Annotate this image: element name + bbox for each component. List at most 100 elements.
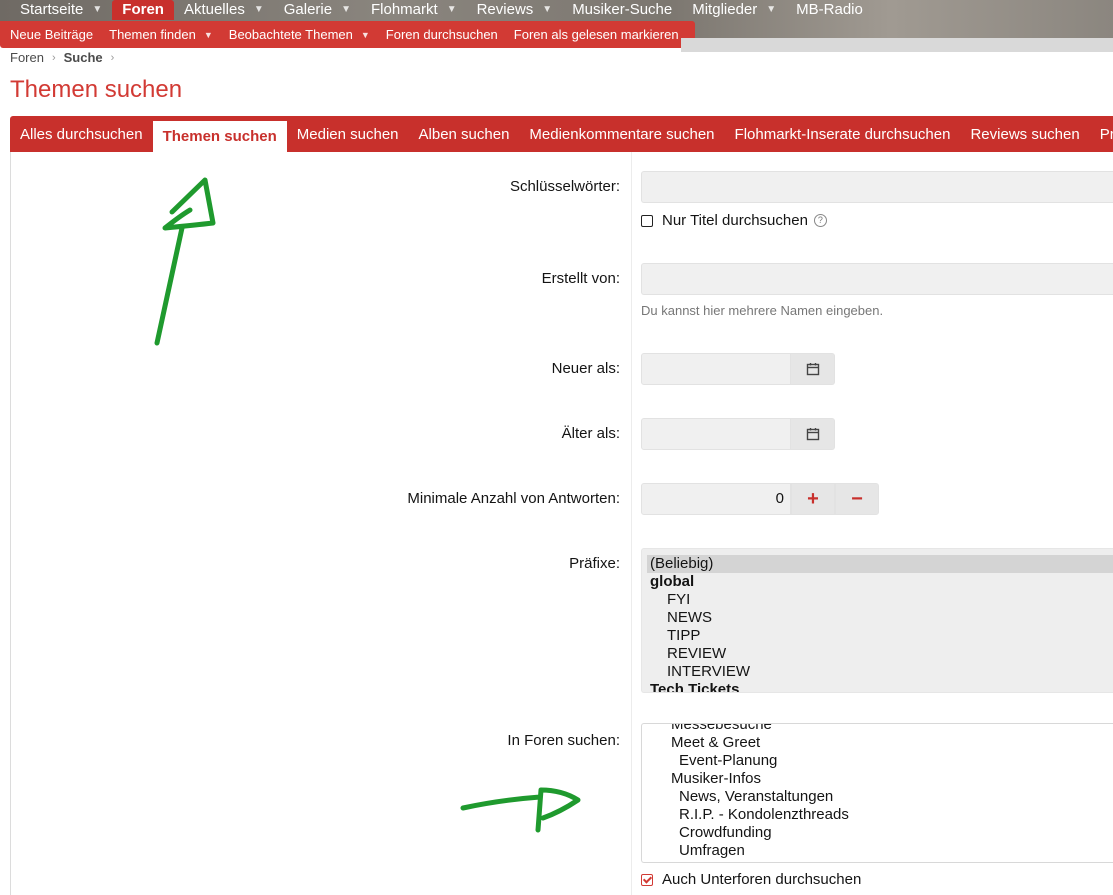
forum-option[interactable]: Meet & Greet [642, 734, 1113, 752]
newer-than-label: Neuer als: [551, 360, 620, 377]
chevron-down-icon[interactable]: ▼ [254, 1, 264, 19]
nav-tab-label: Foren [122, 1, 164, 18]
chevron-down-icon[interactable]: ▼ [92, 1, 102, 19]
nav-tab-foren[interactable]: Foren [112, 0, 174, 20]
forum-subnav: Neue Beiträge Themen finden ▼ Beobachtete T… [0, 21, 695, 48]
older-than-input[interactable] [641, 418, 791, 450]
nav-tab-musiker-suche[interactable]: Musiker-Suche [562, 0, 682, 20]
breadcrumb-separator-icon: › [110, 51, 115, 64]
decrement-button[interactable]: − [835, 483, 879, 515]
tab-alles-durchsuchen[interactable]: Alles durchsuchen [10, 116, 153, 152]
subnav-divider [681, 38, 1113, 52]
nav-tab-flohmarkt[interactable]: Flohmarkt ▼ [361, 0, 467, 20]
prefixes-select[interactable]: (Beliebig) global FYI NEWS TIPP REVIEW INTERVI… [641, 548, 1113, 693]
subforums-row[interactable]: Auch Unterforen durchsuchen [641, 871, 861, 888]
subnav-foren-durchsuchen[interactable]: Foren durchsuchen [378, 27, 506, 42]
subnav-foren-als-gelesen-markieren[interactable]: Foren als gelesen markieren [506, 27, 687, 42]
nav-tab-reviews[interactable]: Reviews ▼ [467, 0, 563, 20]
keywords-input[interactable] [641, 171, 1113, 203]
prefix-option[interactable]: TIPP [642, 627, 1113, 645]
prefix-option[interactable]: INTERVIEW [642, 663, 1113, 681]
nav-tab-mitglieder[interactable]: Mitglieder ▼ [682, 0, 786, 20]
breadcrumb-foren[interactable]: Foren [10, 50, 44, 65]
older-than-calendar-button[interactable] [791, 418, 835, 450]
titles-only-label[interactable]: Nur Titel durchsuchen [662, 212, 808, 229]
prefix-option[interactable]: REVIEW [642, 645, 1113, 663]
forum-option[interactable]: Umfragen [642, 842, 1113, 860]
form-label-column [11, 152, 631, 895]
subnav-label: Foren durchsuchen [385, 27, 498, 42]
prefix-option[interactable]: (Beliebig) [647, 555, 1113, 573]
subnav-label: Themen finden [109, 27, 196, 42]
forums-label: In Foren suchen: [507, 732, 620, 749]
chevron-down-icon[interactable]: ▼ [766, 1, 776, 19]
breadcrumb-suche[interactable]: Suche [64, 50, 103, 65]
forum-option[interactable]: Musiker-Infos [642, 770, 1113, 788]
older-than-label: Älter als: [561, 425, 620, 442]
subnav-themen-finden[interactable]: Themen finden ▼ [101, 27, 221, 42]
prefix-group: Tech Tickets [650, 681, 740, 693]
min-replies-input[interactable]: 0 [641, 483, 791, 515]
nav-tab-startseite[interactable]: Startseite ▼ [10, 0, 112, 20]
nav-tab-label: Galerie [283, 1, 333, 18]
forums-option-list: Messebesuche Meet & Greet Event-Planung Mus… [642, 724, 1113, 860]
chevron-down-icon[interactable]: ▼ [447, 1, 457, 19]
nav-tab-label: Flohmarkt [371, 1, 438, 18]
keywords-label: Schlüsselwörter: [509, 178, 620, 195]
help-icon[interactable]: ? [813, 214, 827, 227]
titles-only-checkbox[interactable] [641, 214, 653, 227]
calendar-icon [806, 428, 819, 441]
forum-option[interactable]: Crowdfunding [642, 824, 1113, 842]
nav-tab-mb-radio[interactable]: MB-Radio [786, 0, 873, 20]
chevron-down-icon[interactable]: ▼ [204, 30, 213, 40]
created-by-hint: Du kannst hier mehrere Namen eingeben. [641, 303, 884, 318]
forum-option[interactable]: Messebesuche [642, 724, 1113, 734]
created-by-label: Erstellt von: [541, 270, 620, 287]
increment-button[interactable]: + [791, 483, 835, 515]
tab-alben-suchen[interactable]: Alben suchen [409, 116, 520, 152]
subnav-label: Beobachtete Themen [228, 27, 353, 42]
subnav-beobachtete-themen[interactable]: Beobachtete Themen ▼ [221, 27, 378, 42]
created-by-input[interactable] [641, 263, 1113, 295]
tab-reviews-suchen[interactable]: Reviews suchen [960, 116, 1089, 152]
tab-themen-suchen[interactable]: Themen suchen [152, 118, 287, 152]
forums-select[interactable]: Messebesuche Meet & Greet Event-Planung Mus… [641, 723, 1113, 863]
nav-tab-label: Aktuelles [183, 1, 245, 18]
nav-tabs: Startseite ▼ Foren Aktuelles ▼ Galerie ▼ Flohma… [10, 0, 873, 20]
nav-tab-label: Reviews [476, 1, 534, 18]
subforums-label[interactable]: Auch Unterforen durchsuchen [662, 871, 861, 888]
search-type-tabs: Alles durchsuchen Themen suchen Medien suc… [10, 116, 1113, 152]
tab-pr[interactable]: Pr [1090, 116, 1113, 152]
min-replies-label: Minimale Anzahl von Antworten: [407, 490, 620, 507]
page-title: Themen suchen [10, 76, 183, 103]
nav-tab-aktuelles[interactable]: Aktuelles ▼ [174, 0, 274, 20]
prefixes-label: Präfixe: [569, 555, 620, 572]
nav-tab-label: Startseite [20, 1, 84, 18]
subnav-neue-beiträge[interactable]: Neue Beiträge [2, 27, 101, 42]
nav-tab-galerie[interactable]: Galerie ▼ [274, 0, 361, 20]
chevron-down-icon[interactable]: ▼ [361, 30, 370, 40]
newer-than-input[interactable] [641, 353, 791, 385]
subnav-label: Neue Beiträge [10, 27, 94, 42]
forum-option[interactable]: Event-Planung [642, 752, 1113, 770]
subnav-label: Foren als gelesen markieren [513, 27, 679, 42]
forum-option[interactable]: R.I.P. - Kondolenzthreads [642, 806, 1113, 824]
prefix-group: global [650, 573, 695, 590]
titles-only-row[interactable]: Nur Titel durchsuchen ? [641, 212, 827, 229]
prefix-option[interactable]: FYI [642, 591, 1113, 609]
tab-medienkommentare-suchen[interactable]: Medienkommentare suchen [519, 116, 724, 152]
tab-flohmarkt-inserate-durchsuchen[interactable]: Flohmarkt-Inserate durchsuchen [725, 116, 961, 152]
tab-medien-suchen[interactable]: Medien suchen [287, 116, 409, 152]
chevron-down-icon[interactable]: ▼ [542, 1, 552, 19]
forum-option[interactable]: News, Veranstaltungen [642, 788, 1113, 806]
nav-tab-label: Musiker-Suche [572, 1, 673, 18]
newer-than-calendar-button[interactable] [791, 353, 835, 385]
subforums-checkbox[interactable] [641, 873, 653, 886]
chevron-down-icon[interactable]: ▼ [341, 1, 351, 19]
breadcrumb-separator-icon: › [51, 51, 56, 64]
nav-tab-label: MB-Radio [796, 1, 863, 18]
breadcrumb: Foren › Suche › [10, 50, 122, 65]
prefix-option[interactable]: NEWS [642, 609, 1113, 627]
calendar-icon [806, 363, 819, 376]
nav-tab-label: Mitglieder [692, 1, 758, 18]
